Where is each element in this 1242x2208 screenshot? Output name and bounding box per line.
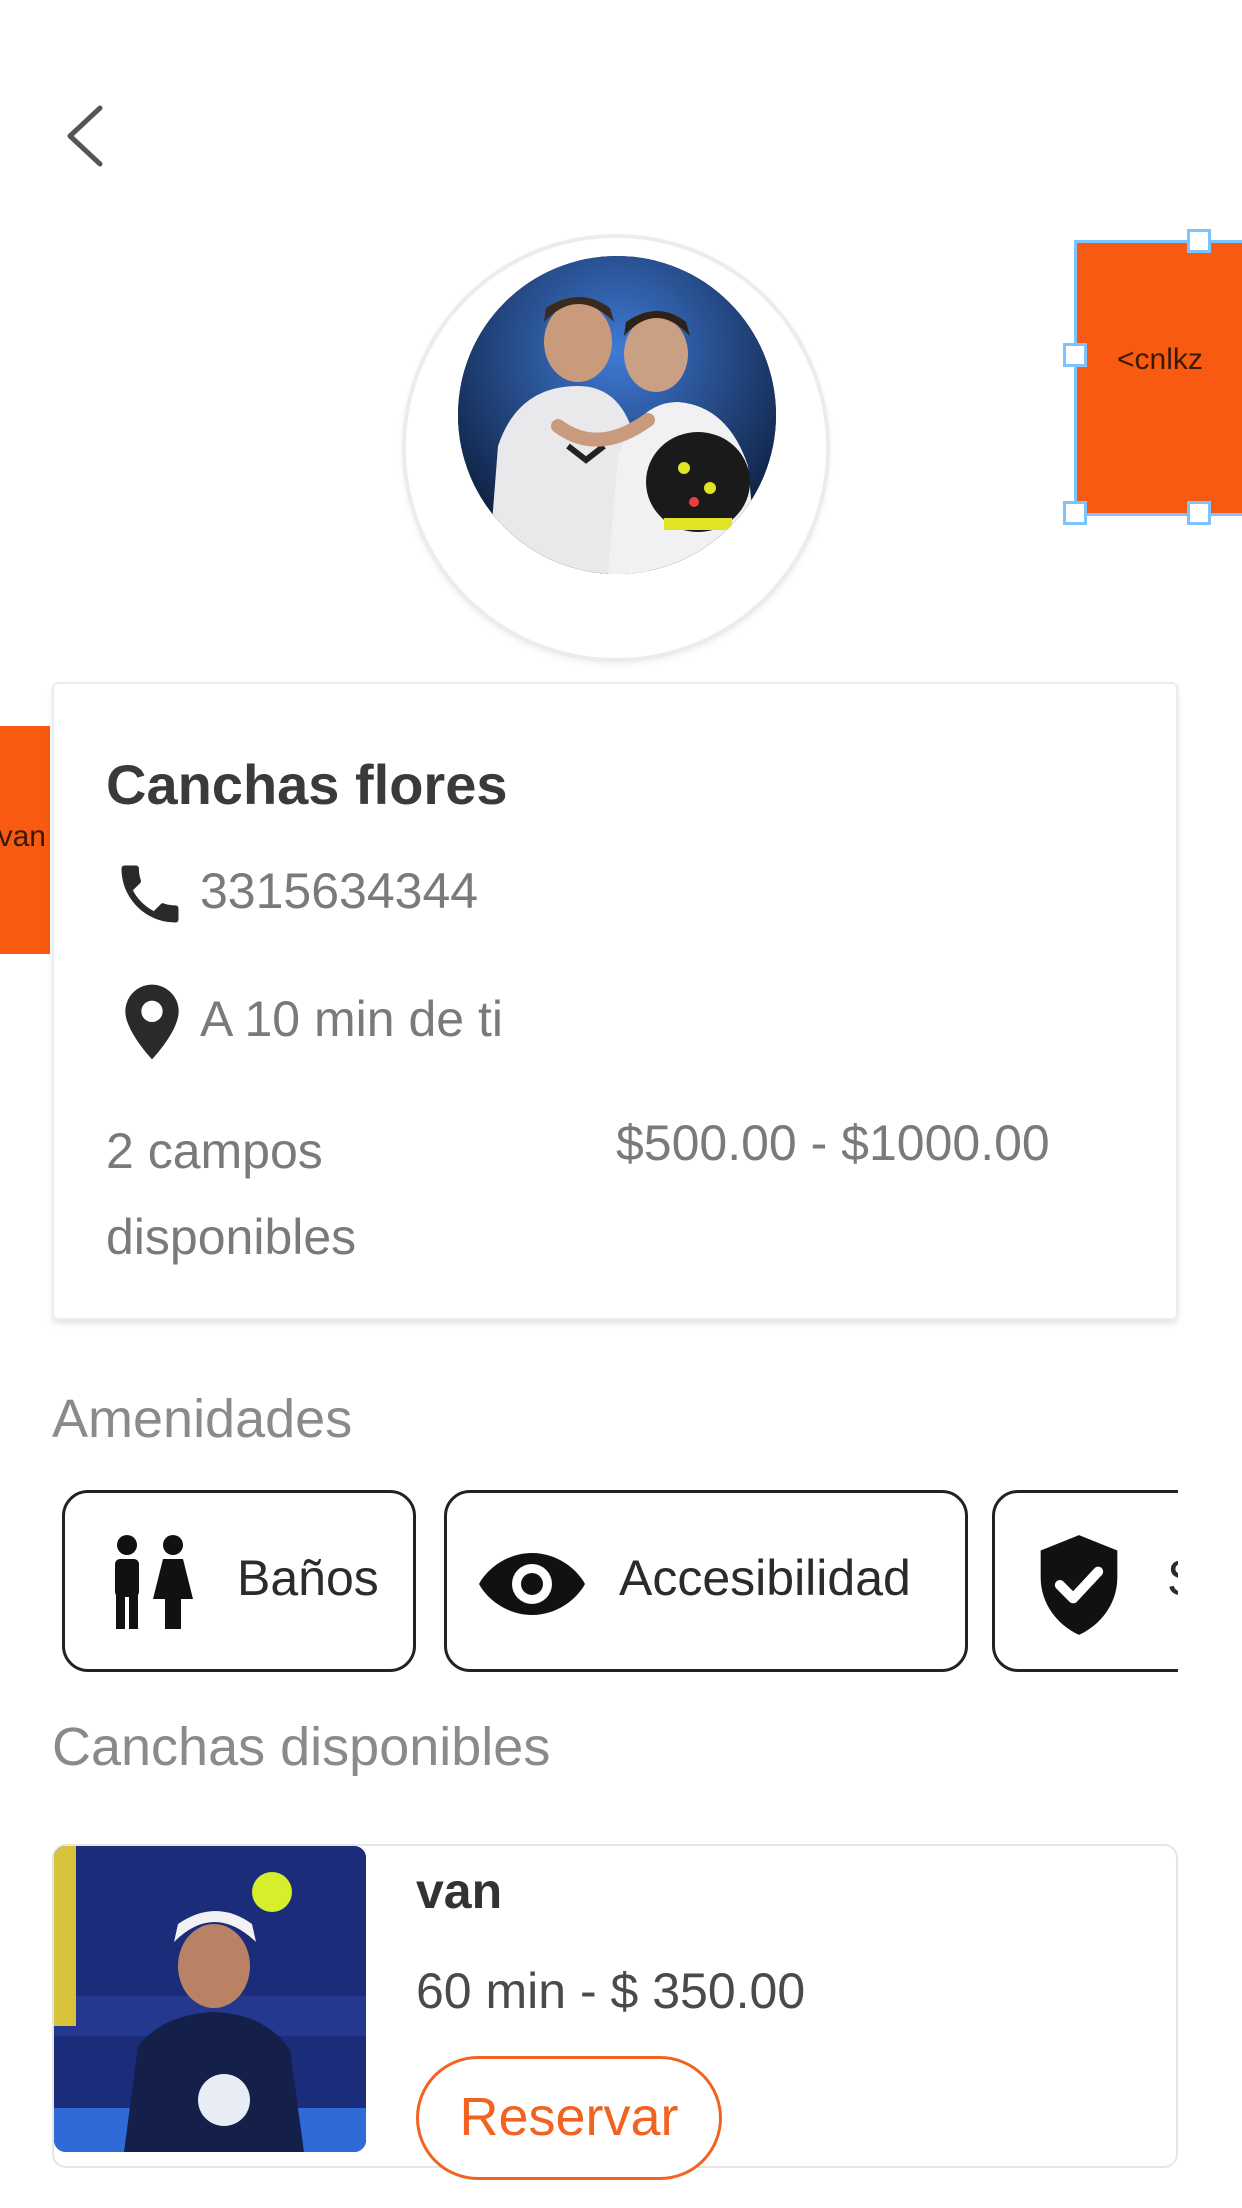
amenities-list[interactable]: Baños Accesibilidad S — [52, 1484, 1178, 1678]
debug-sticker-left-label: van — [0, 820, 46, 853]
resize-handle[interactable] — [1063, 501, 1087, 525]
amenities-title: Amenidades — [52, 1389, 353, 1449]
debug-sticker-left: van — [0, 726, 50, 954]
back-button[interactable] — [48, 96, 128, 176]
resize-handle[interactable] — [1187, 229, 1211, 253]
court-details: 60 min - $ 350.00 — [416, 1963, 806, 2019]
amenity-label: S — [1167, 1549, 1178, 1607]
venue-phone[interactable]: 3315634344 — [200, 862, 478, 920]
shield-check-icon — [1040, 1535, 1118, 1635]
courts-title: Canchas disponibles — [52, 1717, 551, 1777]
price-range: $500.00 - $1000.00 — [616, 1115, 1050, 1171]
amenity-label: Baños — [237, 1550, 379, 1606]
venue-name: Canchas flores — [106, 753, 508, 816]
court-photo — [54, 1846, 366, 2152]
amenity-label: Accesibilidad — [619, 1550, 911, 1606]
court-name: van — [416, 1863, 503, 1919]
reserve-button[interactable]: Reservar — [416, 2056, 722, 2180]
amenity-accessibility[interactable]: Accesibilidad — [444, 1490, 968, 1672]
location-pin-icon — [120, 982, 184, 1062]
resize-handle[interactable] — [1187, 501, 1211, 525]
venue-distance: A 10 min de ti — [200, 991, 503, 1047]
restroom-icon — [115, 1535, 193, 1629]
amenity-security[interactable]: S — [992, 1490, 1178, 1672]
debug-sticker-right-label: <cnlkz — [1117, 343, 1203, 376]
available-fields: 2 campos disponibles — [106, 1123, 357, 1265]
chevron-left-icon — [67, 105, 103, 167]
amenity-restrooms[interactable]: Baños — [62, 1490, 416, 1672]
debug-sticker-right: <cnlkz — [1063, 229, 1242, 525]
venue-avatar — [458, 256, 776, 574]
phone-icon — [112, 856, 188, 932]
resize-handle[interactable] — [1063, 343, 1087, 367]
eye-icon — [479, 1553, 585, 1615]
